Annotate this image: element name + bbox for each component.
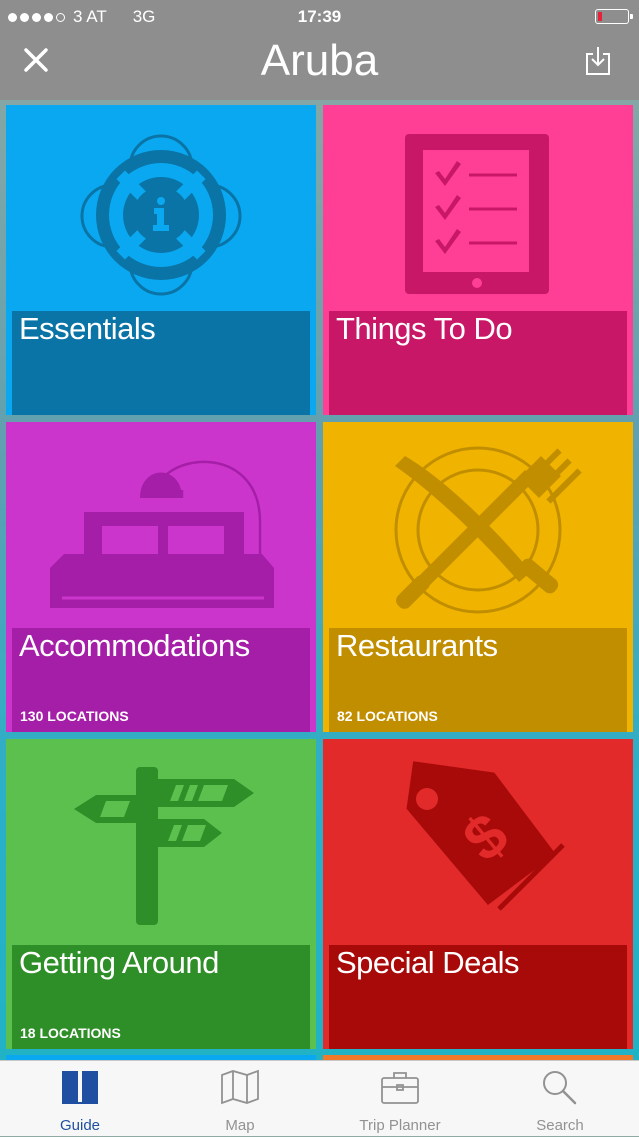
tile-restaurants[interactable]: Restaurants 82 LOCATIONS [323,422,633,732]
page-title: Aruba [260,36,379,85]
tile-special-deals[interactable]: $ Special Deals [323,739,633,1049]
download-icon[interactable] [585,46,611,76]
book-icon [62,1071,98,1104]
tab-label: Trip Planner [359,1117,441,1134]
price-tag-dollar-icon: $ [406,761,565,911]
tile-essentials[interactable]: Essentials [6,105,316,415]
tile-accommodations[interactable]: Accommodations 130 LOCATIONS [6,422,316,732]
clock: 17:39 [297,7,342,26]
tile-title: Restaurants [336,628,498,663]
magnifier-icon [543,1071,577,1105]
lifebuoy-info-icon [80,134,242,296]
tile-count: 130 LOCATIONS [20,708,129,724]
knife-fork-plate-icon [394,446,582,614]
signpost-icon [74,767,254,925]
tile-title: Special Deals [336,945,520,980]
tile-things-to-do[interactable]: Things To Do [323,105,633,415]
briefcase-icon [381,1072,419,1104]
tab-label: Search [536,1117,584,1134]
tile-title: Accommodations [19,628,250,663]
bed-lamp-icon [50,460,274,608]
tile-title: Getting Around [19,945,219,980]
tab-map[interactable]: Map [160,1061,320,1137]
status-bar: 3 AT 3G 17:39 [0,0,639,34]
map-icon [221,1069,259,1105]
tab-search[interactable]: Search [480,1061,639,1137]
tab-trip-planner[interactable]: Trip Planner [320,1061,480,1137]
tab-guide[interactable]: Guide [0,1061,160,1137]
tile-count: 82 LOCATIONS [337,708,438,724]
nav-bar: Aruba [0,34,639,100]
tab-label: Guide [59,1117,101,1134]
checklist-tablet-icon [405,134,549,294]
tile-getting-around[interactable]: Getting Around 18 LOCATIONS [6,739,316,1049]
tab-label: Map [225,1117,255,1134]
tile-count: 18 LOCATIONS [20,1025,121,1041]
tab-bar: Guide Map Trip Planner Search [0,1060,639,1136]
tile-title: Essentials [19,311,156,346]
battery-icon [595,9,633,24]
tile-title: Things To Do [336,311,513,346]
